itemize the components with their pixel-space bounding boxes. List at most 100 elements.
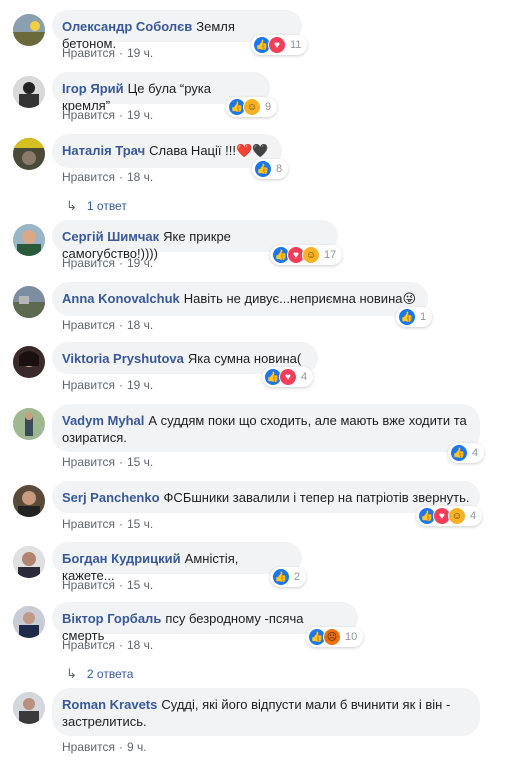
avatar[interactable]: [13, 692, 45, 724]
view-replies-link[interactable]: ↳ 1 ответ: [66, 198, 127, 214]
comment-bubble: Serj Panchenko ФСБшники завалили і тепер …: [52, 481, 480, 513]
comment-meta: Нравится · 15 ч.: [62, 517, 153, 531]
like-link[interactable]: Нравится: [62, 517, 115, 531]
separator-dot: ·: [118, 256, 123, 270]
reply-arrow-icon: ↳: [66, 198, 77, 213]
avatar[interactable]: [13, 224, 45, 256]
reaction-summary[interactable]: 👍 1: [396, 307, 433, 327]
comment-meta: Нравится · 15 ч.: [62, 455, 153, 469]
angry-reaction-icon: ☹: [323, 628, 341, 646]
comment-author[interactable]: Наталія Трач: [62, 143, 145, 158]
comment-author[interactable]: Сергій Шимчак: [62, 229, 159, 244]
comment-author[interactable]: Anna Konovalchuk: [62, 291, 180, 306]
like-link[interactable]: Нравится: [62, 256, 115, 270]
avatar[interactable]: [13, 485, 45, 517]
comment-time[interactable]: 9 ч.: [127, 740, 147, 754]
separator-dot: ·: [118, 578, 123, 592]
avatar[interactable]: [13, 138, 45, 170]
comment-bubble: Богдан Кудрицкий Амністія, кажете...: [52, 542, 302, 583]
comment-text: ФСБшники завалили і тепер на патріотів з…: [163, 490, 470, 505]
like-reaction-icon: 👍: [398, 308, 416, 326]
reaction-summary[interactable]: 👍 ☺ 9: [226, 97, 278, 117]
comment-time[interactable]: 18 ч.: [127, 638, 153, 652]
reaction-summary[interactable]: 👍 2: [270, 567, 307, 587]
separator-dot: ·: [118, 517, 123, 531]
like-reaction-icon: 👍: [272, 568, 290, 586]
reaction-count: 2: [294, 571, 301, 583]
replies-count: 1 ответ: [86, 199, 127, 213]
separator-dot: ·: [118, 638, 123, 652]
comment-time[interactable]: 18 ч.: [127, 170, 153, 184]
comment-meta: Нравится · 19 ч.: [62, 378, 153, 392]
comment-text: Навіть не дивує...неприємна новина😜: [183, 291, 417, 306]
comment-bubble: Наталія Трач Слава Нації !!!❤️🖤: [52, 134, 282, 168]
reaction-count: 4: [470, 510, 477, 522]
comment-meta: Нравится · 15 ч.: [62, 578, 153, 592]
comment-author[interactable]: Serj Panchenko: [62, 490, 160, 505]
separator-dot: ·: [118, 378, 123, 392]
like-link[interactable]: Нравится: [62, 378, 115, 392]
comment-meta: Нравится · 9 ч.: [62, 740, 147, 754]
comment-meta: Нравится · 18 ч.: [62, 170, 153, 184]
comment-time[interactable]: 15 ч.: [127, 578, 153, 592]
comment-meta: Нравится · 19 ч.: [62, 256, 153, 270]
comment-author[interactable]: Богдан Кудрицкий: [62, 551, 181, 566]
comment-author[interactable]: Олександр Соболєв: [62, 19, 192, 34]
reaction-summary[interactable]: 👍 ♥ ☺ 4: [416, 506, 483, 526]
like-link[interactable]: Нравится: [62, 740, 115, 754]
reaction-count: 1: [420, 311, 427, 323]
reaction-summary[interactable]: 👍 ♥ 4: [262, 367, 314, 387]
reaction-count: 17: [324, 249, 337, 261]
comment-time[interactable]: 19 ч.: [127, 256, 153, 270]
comment-time[interactable]: 15 ч.: [127, 455, 153, 469]
separator-dot: ·: [118, 740, 123, 754]
comment-meta: Нравится · 18 ч.: [62, 318, 153, 332]
comment-author[interactable]: Ігор Ярий: [62, 81, 124, 96]
comment-time[interactable]: 19 ч.: [127, 108, 153, 122]
comment-time[interactable]: 19 ч.: [127, 46, 153, 60]
comment-time[interactable]: 15 ч.: [127, 517, 153, 531]
separator-dot: ·: [118, 170, 123, 184]
like-link[interactable]: Нравится: [62, 578, 115, 592]
reaction-summary[interactable]: 👍 ☹ 10: [306, 627, 364, 647]
comment-time[interactable]: 18 ч.: [127, 318, 153, 332]
reaction-summary[interactable]: 👍 4: [448, 443, 485, 463]
comment-author[interactable]: Віктор Горбаль: [62, 611, 161, 626]
reaction-count: 8: [276, 163, 283, 175]
comment-bubble: Roman Kravets Судді, які його відпусти ма…: [52, 688, 480, 736]
like-link[interactable]: Нравится: [62, 108, 115, 122]
comment-author[interactable]: Viktoria Pryshutova: [62, 351, 184, 366]
avatar[interactable]: [13, 76, 45, 108]
reaction-count: 4: [472, 447, 479, 459]
haha-reaction-icon: ☺: [448, 507, 466, 525]
view-replies-link[interactable]: ↳ 2 ответа: [66, 666, 133, 682]
separator-dot: ·: [118, 455, 123, 469]
like-reaction-icon: 👍: [254, 160, 272, 178]
haha-reaction-icon: ☺: [243, 98, 261, 116]
comment-author[interactable]: Vadym Myhal: [62, 413, 144, 428]
reply-arrow-icon: ↳: [66, 666, 77, 681]
reaction-summary[interactable]: 👍 ♥ ☺ 17: [270, 245, 343, 265]
comment-time[interactable]: 19 ч.: [127, 378, 153, 392]
reaction-count: 10: [345, 631, 358, 643]
comment-meta: Нравится · 19 ч.: [62, 46, 153, 60]
like-link[interactable]: Нравится: [62, 455, 115, 469]
reaction-count: 11: [290, 39, 302, 51]
avatar[interactable]: [13, 546, 45, 578]
avatar[interactable]: [13, 286, 45, 318]
like-link[interactable]: Нравится: [62, 638, 115, 652]
avatar[interactable]: [13, 346, 45, 378]
avatar[interactable]: [13, 14, 45, 46]
haha-reaction-icon: ☺: [302, 246, 320, 264]
separator-dot: ·: [118, 318, 123, 332]
comment-text: Слава Нації !!!❤️🖤: [149, 143, 269, 158]
comment-author[interactable]: Roman Kravets: [62, 697, 157, 712]
avatar[interactable]: [13, 606, 45, 638]
like-link[interactable]: Нравится: [62, 170, 115, 184]
avatar[interactable]: [13, 408, 45, 440]
like-link[interactable]: Нравится: [62, 46, 115, 60]
comment-bubble: Vadym Myhal А суддям поки що сходить, але…: [52, 404, 480, 452]
reaction-summary[interactable]: 👍 8: [252, 159, 289, 179]
reaction-summary[interactable]: 👍 ♥ 11: [251, 35, 308, 55]
like-link[interactable]: Нравится: [62, 318, 115, 332]
